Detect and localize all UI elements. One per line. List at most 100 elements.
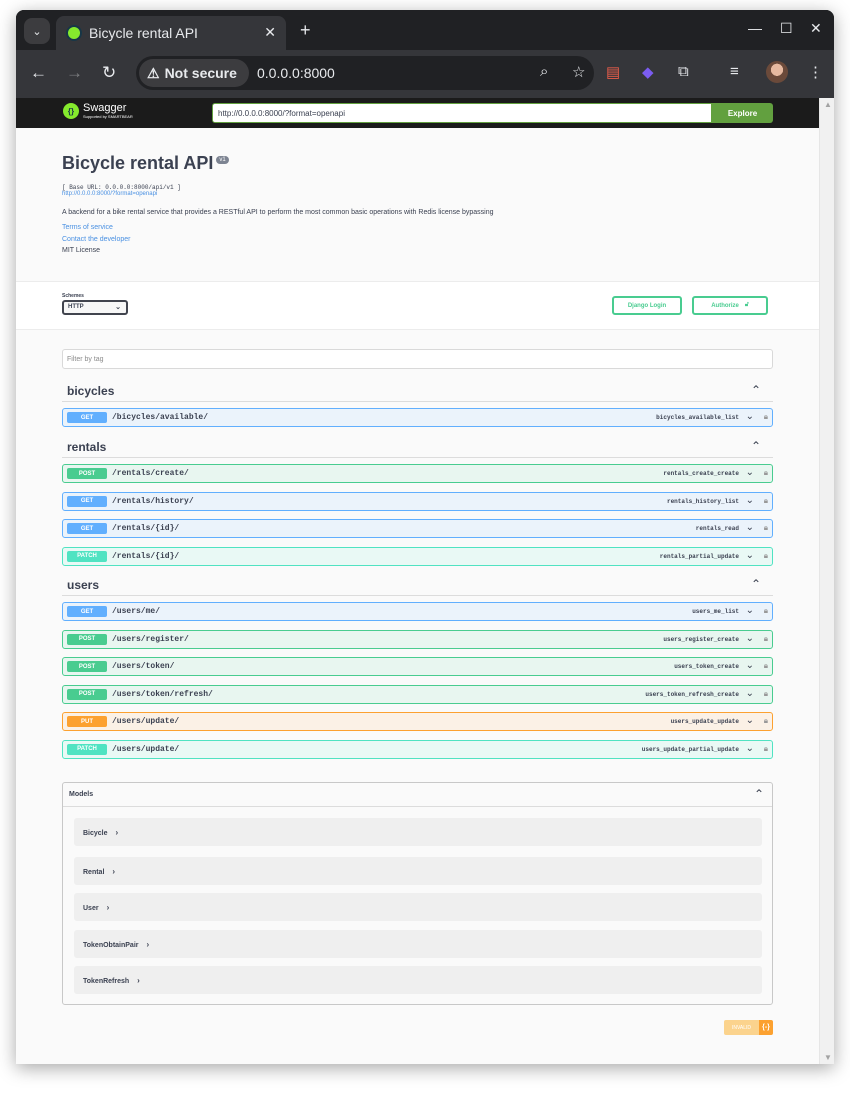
- scroll-up-icon[interactable]: ▲: [824, 100, 832, 109]
- lock-icon[interactable]: 🔒︎: [764, 523, 768, 533]
- operation-row[interactable]: GET/rentals/{id}/ rentals_read ⌄ 🔒︎: [62, 519, 773, 538]
- profile-avatar[interactable]: [766, 61, 788, 83]
- model-label: User: [83, 905, 99, 912]
- tab-search-icon[interactable]: ⌄: [24, 18, 50, 44]
- contact-developer-link[interactable]: Contact the developer: [62, 236, 131, 243]
- back-icon[interactable]: ←: [30, 63, 47, 83]
- lock-icon[interactable]: 🔒︎: [764, 412, 768, 422]
- url-text[interactable]: 0.0.0.0:8000: [257, 65, 335, 81]
- forward-icon[interactable]: →: [66, 63, 83, 83]
- chevron-down-icon: ⌄: [745, 467, 754, 478]
- operation-row[interactable]: POST/users/token/refresh/users_token_ref…: [62, 684, 773, 704]
- operation-row[interactable]: POST/users/token/users_token_create ⌄ 🔒︎: [62, 657, 773, 676]
- page-scrollbar[interactable]: ▲ ▼: [819, 98, 834, 1064]
- chevron-right-icon: ›: [106, 903, 110, 912]
- swagger-logo-text: Swagger: [83, 102, 127, 114]
- operation-row[interactable]: GET/rentals/history/rentals_history_list…: [62, 491, 773, 511]
- model-row[interactable]: User ›: [74, 893, 762, 921]
- spec-url-input[interactable]: http://0.0.0.0:8000/?format=openapi: [212, 103, 712, 123]
- operation-id: rentals_history_list: [666, 497, 739, 505]
- reading-list-icon[interactable]: ≡: [730, 63, 739, 80]
- model-name: Bicycle ›: [83, 828, 118, 837]
- lock-icon[interactable]: 🔒︎: [764, 689, 768, 699]
- validator-badge[interactable]: INVALID {-}: [724, 1020, 773, 1035]
- operation-id: users_me_list: [692, 608, 739, 615]
- security-label: Not secure: [164, 65, 237, 81]
- filter-by-tag-input[interactable]: Filter by tag: [62, 349, 773, 369]
- operation-path: /users/update/: [112, 744, 180, 754]
- lock-icon[interactable]: 🔒︎: [764, 551, 768, 561]
- address-bar[interactable]: ⚠ Not secure 0.0.0.0:8000 ⌕ ☆: [136, 56, 594, 90]
- method-badge: PATCH: [67, 743, 107, 755]
- schemes-select[interactable]: HTTP ⌄: [62, 300, 128, 315]
- operation-row[interactable]: POST/rentals/create/rentals_create_creat…: [62, 464, 773, 483]
- tab-active[interactable]: Bicycle rental API ✕: [56, 16, 286, 50]
- operation-row[interactable]: PUT/users/update/users_update_update ⌄ 🔒︎: [62, 712, 773, 731]
- django-login-button[interactable]: Django Login: [612, 296, 682, 315]
- license-text: MIT License: [62, 247, 100, 254]
- zoom-icon[interactable]: ⌕: [540, 63, 548, 80]
- lock-icon[interactable]: 🔒︎: [764, 661, 768, 671]
- lock-icon[interactable]: 🔒︎: [764, 468, 768, 478]
- operation-id: users_token_create: [674, 663, 739, 670]
- operation-row[interactable]: PATCH/users/update/users_update_partial_…: [62, 739, 773, 759]
- operation-row[interactable]: GET/users/me/users_me_list ⌄ 🔒︎: [62, 602, 773, 621]
- explore-button[interactable]: Explore: [712, 103, 773, 123]
- chevron-right-icon: ›: [115, 828, 119, 837]
- close-window-icon[interactable]: ✕: [810, 20, 822, 37]
- authorize-button[interactable]: Authorize 🔓︎: [692, 296, 768, 315]
- operation-row[interactable]: POST/users/register/users_register_creat…: [62, 629, 773, 649]
- terms-of-service-link[interactable]: Terms of service: [62, 224, 113, 231]
- lock-icon[interactable]: 🔒︎: [764, 634, 768, 644]
- chevron-up-icon: ⌃: [753, 787, 764, 801]
- browser-toolbar: ← → ↻ ⚠ Not secure 0.0.0.0:8000 ⌕ ☆ ▤ ◆ …: [16, 50, 834, 98]
- authorize-label: Authorize: [711, 302, 739, 309]
- lock-icon[interactable]: 🔒︎: [764, 496, 768, 506]
- method-badge: POST: [67, 688, 107, 700]
- api-description: A backend for a bike rental service that…: [62, 209, 494, 216]
- model-row[interactable]: TokenObtainPair ›: [74, 930, 762, 958]
- extension-diamond-icon[interactable]: ◆: [642, 63, 654, 81]
- tag-header-users[interactable]: users ⌃: [62, 574, 773, 596]
- lock-icon: 🔓︎: [744, 302, 749, 308]
- spec-link[interactable]: http://0.0.0.0:8000/?format=openapi: [62, 191, 157, 197]
- models-header[interactable]: Models ⌃: [63, 783, 772, 807]
- swagger-logo[interactable]: {} Swagger Supported by SMARTBEAR: [63, 103, 133, 119]
- operation-id: rentals_partial_update: [659, 552, 739, 560]
- lock-icon[interactable]: 🔒︎: [764, 744, 768, 754]
- security-chip[interactable]: ⚠ Not secure: [139, 59, 249, 87]
- tag-name: users: [67, 578, 100, 592]
- tag-header-bicycles[interactable]: bicycles ⌃: [62, 380, 773, 402]
- model-row[interactable]: TokenRefresh ›: [74, 966, 762, 994]
- lock-icon[interactable]: 🔒︎: [764, 716, 768, 726]
- reload-icon[interactable]: ↻: [102, 63, 116, 83]
- schemes-label: Schemes: [62, 293, 84, 299]
- menu-kebab-icon[interactable]: ⋮: [808, 63, 823, 81]
- extension-icon[interactable]: ▤: [606, 63, 620, 81]
- lock-icon[interactable]: 🔒︎: [764, 606, 768, 616]
- operation-row[interactable]: GET/bicycles/available/bicycles_availabl…: [62, 408, 773, 427]
- validator-label: INVALID: [724, 1020, 759, 1035]
- new-tab-icon[interactable]: +: [300, 20, 311, 41]
- bookmark-star-icon[interactable]: ☆: [572, 63, 585, 81]
- extensions-puzzle-icon[interactable]: ⧉: [678, 63, 689, 80]
- minimize-icon[interactable]: —: [748, 20, 762, 36]
- tag-header-rentals[interactable]: rentals ⌃: [62, 436, 773, 458]
- schemes-bar: Schemes HTTP ⌄ Django Login Authorize 🔓︎: [16, 281, 819, 330]
- operation-row[interactable]: PATCH/rentals/{id}/ rentals_partial_updat…: [62, 546, 773, 566]
- model-row[interactable]: Bicycle ›: [74, 818, 762, 846]
- operation-id: rentals_create_create: [663, 470, 739, 477]
- model-row[interactable]: Rental ›: [74, 857, 762, 885]
- operation-id: bicycles_available_list: [656, 414, 739, 421]
- scroll-down-icon[interactable]: ▼: [824, 1053, 832, 1062]
- django-login-label: Django Login: [627, 302, 667, 309]
- chevron-up-icon: ⌃: [750, 577, 761, 591]
- operation-path: /rentals/{id}/: [112, 524, 180, 533]
- operation-path: /users/token/: [112, 662, 175, 671]
- close-tab-icon[interactable]: ✕: [264, 24, 276, 41]
- chevron-right-icon: ›: [146, 940, 150, 949]
- api-info: Bicycle rental API v1: [62, 153, 229, 174]
- chevron-down-icon: ⌄: [745, 742, 754, 754]
- maximize-icon[interactable]: ☐: [780, 20, 793, 37]
- chevron-down-icon: ⌄: [745, 411, 754, 422]
